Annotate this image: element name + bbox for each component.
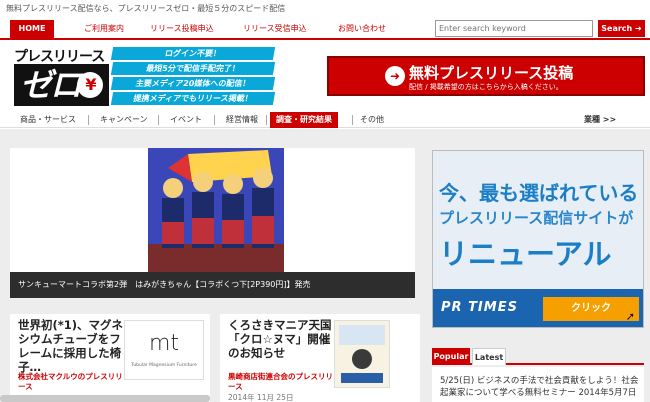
card-title[interactable]: くろさきマニア天国「クロ☆ヌマ」開催のお知らせ (228, 318, 338, 360)
feature-list: ログイン不要！ 最短5分で配信手配完了！ 主要メディア20媒体への配信！ 提携メ… (110, 47, 276, 107)
prtimes-ad-banner[interactable]: 今、最も選ばれている プレスリリース配信サイトが リニューアル PR TIMES… (432, 150, 644, 328)
horizontal-scrollbar[interactable] (0, 395, 210, 402)
logo-top-text: プレスリリース (14, 49, 105, 65)
free-post-banner[interactable]: ➜ 無料プレスリリース投稿 配信 / 掲載希望の方はこちらから入稿ください。 (327, 56, 645, 96)
feature-item: 最短5分で配信手配完了！ (110, 62, 276, 75)
divider (158, 115, 159, 125)
ad-click-label: クリック (571, 303, 611, 314)
divider (214, 115, 215, 125)
hero-image (148, 148, 284, 272)
thumbnail-logo: mt (148, 331, 180, 356)
sidebar-tabs: Popular Latest (432, 345, 644, 365)
feature-item: 主要メディア20媒体への配信！ (110, 77, 276, 90)
feature-item: 提携メディアでもリリース掲載！ (110, 92, 276, 105)
category-management[interactable]: 経営情報 (226, 112, 258, 128)
ad-headline-2: プレスリリース配信サイトが (439, 209, 634, 227)
feature-item: ログイン不要！ (110, 47, 276, 60)
ad-headline-3: リニューアル (439, 237, 612, 271)
logo-main-text: ゼロ (20, 66, 82, 104)
search-button-label: Search (601, 24, 633, 33)
nav-release-receive-apply[interactable]: リリース受信申込 (243, 20, 307, 38)
card-company[interactable]: 黒崎商店街連合会のプレスリリース (228, 372, 338, 392)
top-navigation: HOME ご利用案内 リリース投稿申込 リリース受信申込 お問い合わせ Sear… (0, 16, 650, 40)
release-card[interactable]: くろさきマニア天国「クロ☆ヌマ」開催のお知らせ 黒崎商店街連合会のプレスリリース… (220, 314, 420, 402)
tab-popular[interactable]: Popular (432, 348, 470, 365)
divider (88, 115, 89, 125)
tab-latest[interactable]: Latest (472, 348, 506, 365)
hero-caption[interactable]: サンキューマートコラボ第2弾 はみがきちゃん【コラボくつ下[2P390円]】発売 (10, 272, 415, 298)
search-button[interactable]: Search ➜ (598, 20, 645, 37)
news-list: 5/25(日) ビジネスの手法で社会貢献をしよう！社会起業家について学べる無料セ… (432, 367, 644, 402)
cursor-icon: ➚ (625, 310, 635, 323)
category-other[interactable]: その他 (360, 112, 384, 128)
tagline: 無料プレスリリース配信なら、プレスリリースゼロ・最短５分のスピード配信 (6, 4, 286, 13)
card-date: 2014年 11月 25日 (228, 393, 294, 402)
nav-usage-guide[interactable]: ご利用案内 (84, 20, 124, 38)
card-thumbnail[interactable] (334, 320, 390, 388)
category-navigation: 商品・サービス キャンペーン イベント 経営情報 調査・研究結果 その他 業種 … (0, 112, 650, 128)
card-title[interactable]: 世界初(*1)、マグネシウムチューブをフレームに採用した椅子… (18, 318, 128, 374)
nav-contact[interactable]: お問い合わせ (338, 20, 386, 38)
category-event[interactable]: イベント (170, 112, 202, 128)
category-campaign[interactable]: キャンペーン (100, 112, 148, 128)
hero-illustration (148, 148, 284, 272)
ad-click-button[interactable]: クリック ➚ (543, 297, 639, 323)
site-logo[interactable]: プレスリリース ゼロ ¥ (14, 46, 109, 108)
hero-slide[interactable]: サンキューマートコラボ第2弾 はみがきちゃん【コラボくつ下[2P390円]】発売 (10, 148, 415, 298)
category-products[interactable]: 商品・サービス (20, 112, 76, 128)
card-company[interactable]: 株式会社マクルウのプレスリリース (18, 372, 128, 392)
search-input[interactable] (435, 20, 593, 37)
category-research[interactable]: 調査・研究結果 (270, 112, 338, 128)
yen-icon: ¥ (77, 72, 103, 98)
logo-main: ゼロ ¥ (14, 64, 109, 106)
nav-release-post-apply[interactable]: リリース投稿申込 (150, 20, 214, 38)
release-card[interactable]: 世界初(*1)、マグネシウムチューブをフレームに採用した椅子… 株式会社マクルウ… (10, 314, 210, 402)
ad-headline-1: 今、最も選ばれている (439, 181, 639, 205)
divider (266, 115, 267, 125)
card-thumbnail[interactable]: mt Tubular Magnesium Furniture (124, 320, 204, 380)
category-industry-more[interactable]: 業種 >> (584, 112, 616, 128)
post-banner-subtitle: 配信 / 掲載希望の方はこちらから入稿ください。 (409, 83, 563, 91)
arrow-right-icon: ➜ (385, 66, 405, 86)
event-poster-image (335, 321, 389, 387)
divider (352, 115, 353, 125)
post-banner-title: 無料プレスリリース投稿 (409, 64, 574, 82)
prtimes-logo: PR TIMES (441, 300, 518, 315)
news-item[interactable]: 5/25(日) ビジネスの手法で社会貢献をしよう！社会起業家について学べる無料セ… (440, 375, 640, 399)
nav-home-button[interactable]: HOME (10, 20, 54, 38)
thumbnail-caption: Tubular Magnesium Furniture (131, 363, 197, 368)
arrow-right-icon: ➜ (635, 24, 642, 33)
ad-brand-bar: PR TIMES クリック ➚ (433, 289, 643, 327)
